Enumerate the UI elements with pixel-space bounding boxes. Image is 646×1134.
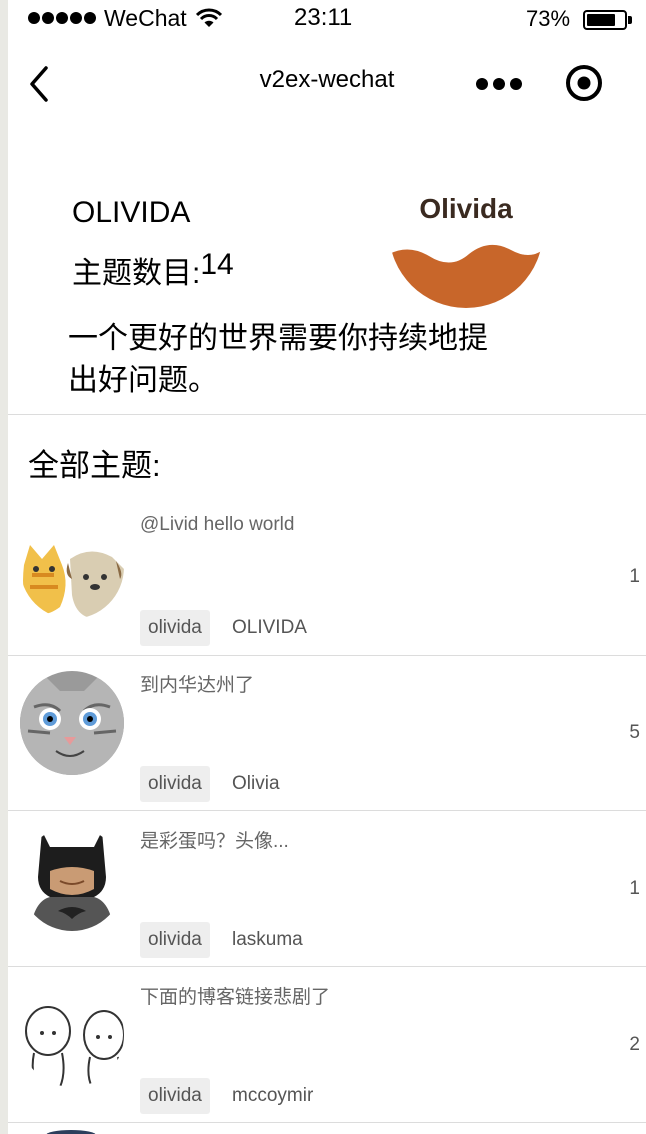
topic-count-value: 14 [200, 248, 234, 281]
topic-item[interactable]: 是彩蛋吗？头像... 1 olivida laskuma [8, 812, 646, 967]
author-name[interactable]: OLIVIDA [232, 610, 307, 646]
topic-title[interactable]: @Livid hello world [140, 514, 294, 536]
member-avatar[interactable]: Olivida [389, 154, 543, 308]
left-window-edge [0, 0, 8, 1134]
node-tag[interactable]: olivida [140, 1078, 210, 1114]
next-avatar-peek [46, 1130, 96, 1134]
status-bar: WeChat 23:11 73% [8, 0, 646, 38]
reply-count: 1 [629, 878, 640, 899]
divider [8, 414, 646, 415]
carrier-label: WeChat [104, 5, 187, 31]
wifi-icon [196, 8, 222, 27]
nav-title: v2ex-wechat [259, 66, 395, 93]
reply-count: 5 [629, 722, 640, 743]
logo-text: Olivida [419, 193, 513, 224]
divider [8, 810, 646, 811]
node-tag[interactable]: olivida [140, 922, 210, 958]
clock: 23:11 [294, 4, 353, 31]
member-bio: 一个更好的世界需要你持续地提出好问题。 [68, 322, 488, 397]
topic-title[interactable]: 下面的博客链接悲剧了 [140, 982, 330, 1009]
node-tag[interactable]: olivida [140, 610, 210, 646]
divider [8, 1122, 646, 1123]
topic-item[interactable]: 下面的博客链接悲剧了 2 olivida mccoymir [8, 968, 646, 1123]
author-name[interactable]: laskuma [232, 922, 303, 958]
divider [8, 966, 646, 967]
sketch-avatar[interactable] [20, 983, 124, 1087]
battery-percent: 73% [526, 6, 571, 31]
section-title: 全部主题: [28, 448, 161, 483]
author-name[interactable]: Olivia [232, 766, 280, 802]
topic-item[interactable]: @Livid hello world 1 olivida OLIVIDA [8, 500, 646, 655]
nav-bar: v2ex-wechat [8, 38, 646, 126]
more-dots-icon[interactable] [476, 74, 526, 94]
olivida-logo: Olivida [389, 193, 543, 308]
topic-title[interactable]: 到内华达州了 [140, 670, 254, 697]
chevron-left-icon[interactable] [26, 64, 62, 104]
member-name: OLIVIDA [72, 196, 191, 229]
grey-cat-avatar[interactable] [20, 671, 124, 775]
batman-avatar[interactable] [20, 827, 124, 931]
reply-count: 2 [629, 1034, 640, 1055]
topic-item[interactable]: 到内华达州了 5 olivida Olivia [8, 656, 646, 811]
cat-dog-avatar[interactable] [20, 515, 124, 619]
target-circle-icon[interactable] [564, 63, 604, 103]
battery-icon [583, 10, 632, 30]
topic-count-label: 主题数目: [72, 257, 201, 290]
topic-count: 主题数目: 14 [72, 248, 234, 292]
reply-count: 1 [629, 566, 640, 587]
author-name[interactable]: mccoymir [232, 1078, 313, 1114]
topic-title[interactable]: 是彩蛋吗？头像... [140, 826, 289, 853]
signal-dots-icon [28, 12, 96, 24]
node-tag[interactable]: olivida [140, 766, 210, 802]
